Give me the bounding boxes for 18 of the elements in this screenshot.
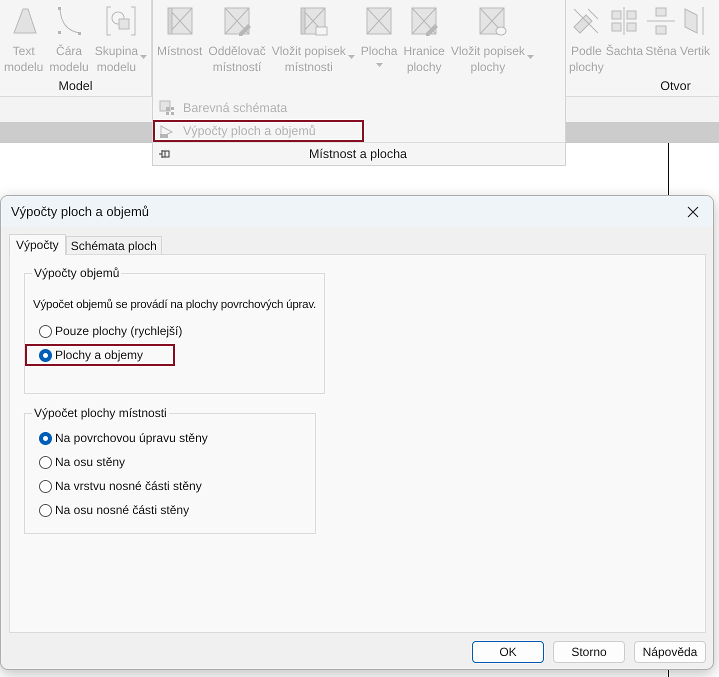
tab[interactable]: Schémata ploch bbox=[66, 236, 162, 254]
radio-option[interactable]: Na povrchovou úpravu stěny bbox=[25, 427, 240, 449]
radio-option[interactable]: Na osu stěny bbox=[25, 451, 158, 473]
radio-option[interactable]: Plochy a objemy bbox=[25, 344, 176, 366]
panel-title: Místnost a plocha bbox=[308, 147, 408, 161]
group-title: Výpočty objemů bbox=[33, 266, 120, 280]
panel-title: Model bbox=[58, 79, 93, 93]
dialog-button[interactable]: Nápověda bbox=[634, 641, 706, 663]
description-text: Výpočet objemů se provádí na plochy povrchových úprav. bbox=[33, 299, 316, 311]
group-title: Výpočet plochy místnosti bbox=[33, 406, 168, 420]
radio-option[interactable]: Na osu nosné části stěny bbox=[25, 499, 222, 521]
radio-option[interactable]: Pouze plochy (rychlejší) bbox=[25, 320, 214, 342]
tab[interactable]: Výpočty bbox=[9, 234, 66, 255]
dialog-button[interactable]: Storno bbox=[553, 641, 625, 663]
radio-option[interactable]: Na vrstvu nosné části stěny bbox=[25, 475, 234, 497]
dialog-button[interactable]: OK bbox=[472, 641, 544, 663]
window-title: Výpočty ploch a objemů bbox=[11, 204, 150, 219]
panel-title: Otvor bbox=[660, 79, 691, 93]
